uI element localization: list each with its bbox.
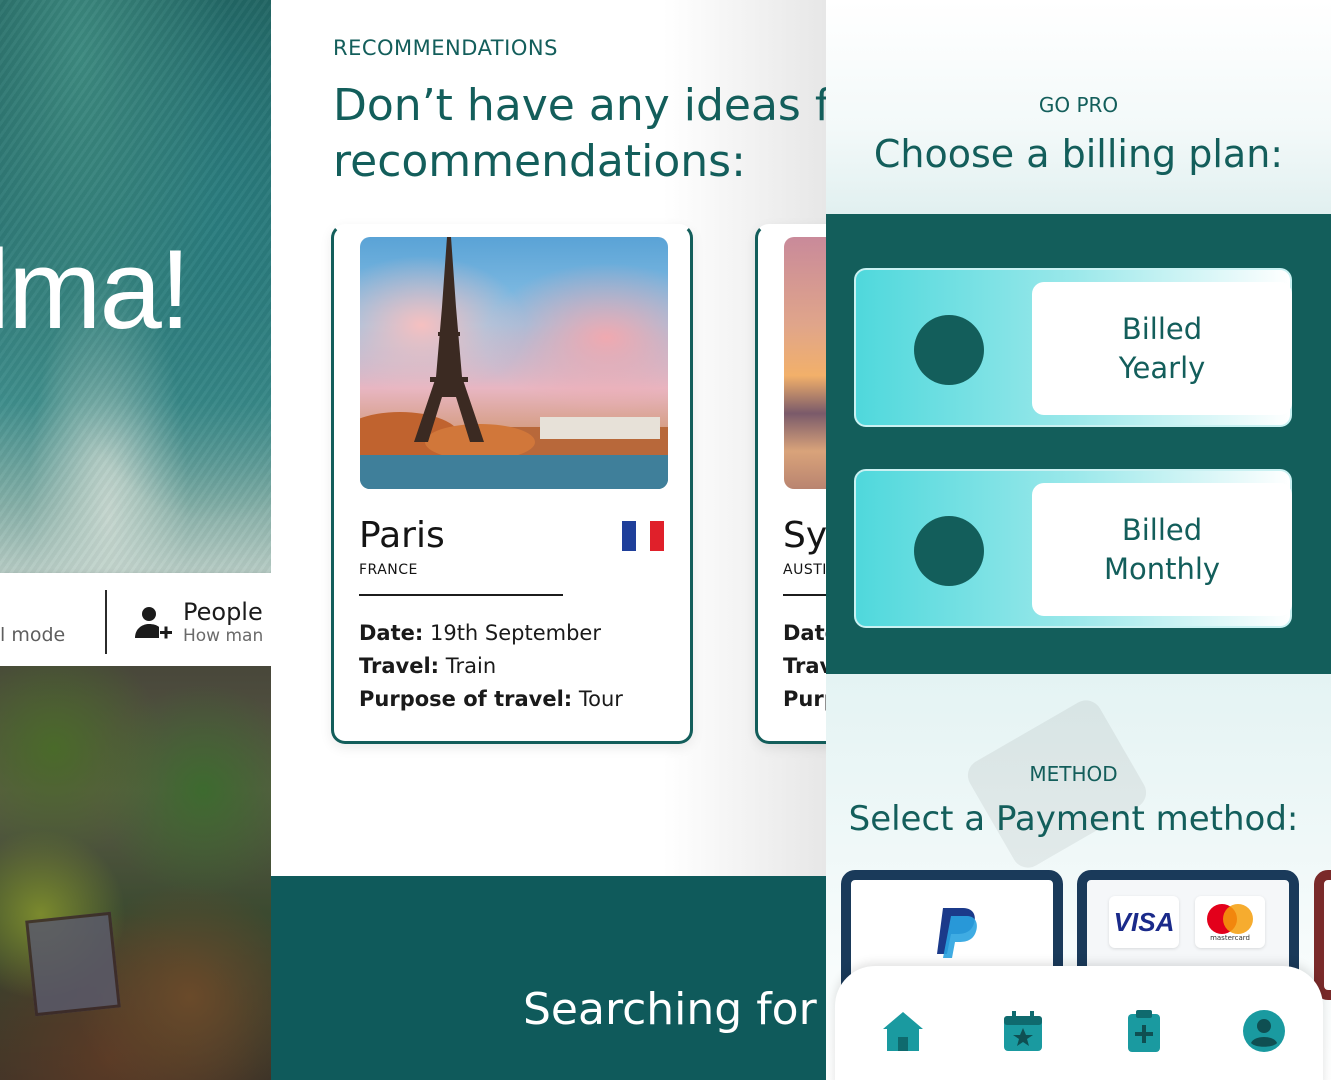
visa-logo-icon: VISA xyxy=(1109,896,1179,948)
plan-monthly-label-line2: Monthly xyxy=(1103,551,1221,586)
date-row: Date: 19th September xyxy=(359,617,623,650)
hero-bar-divider xyxy=(105,590,107,654)
people-label[interactable]: People xyxy=(183,598,263,626)
destination-country: FRANCE xyxy=(359,562,418,578)
sydney-photo xyxy=(784,237,831,489)
plan-monthly-radio[interactable] xyxy=(914,516,984,586)
destination-divider xyxy=(359,594,563,596)
plan-yearly-label-box: Billed Yearly xyxy=(1032,282,1292,415)
profile-icon[interactable] xyxy=(1242,1009,1286,1053)
extra-payment-option[interactable] xyxy=(1314,870,1331,1000)
clipboard-plus-icon[interactable] xyxy=(1122,1009,1166,1053)
plan-monthly-option[interactable]: Billed Monthly xyxy=(854,469,1292,628)
payment-title: Select a Payment method: xyxy=(848,799,1299,839)
payment-kicker: METHOD xyxy=(1029,762,1118,786)
add-person-icon[interactable] xyxy=(133,604,173,644)
destination-name: Sy xyxy=(783,515,828,556)
recommendations-title-line2: recommendations: xyxy=(333,136,746,187)
paypal-logo-icon xyxy=(937,908,977,958)
travel-label: Trav xyxy=(783,654,831,678)
purpose-row: Purpose of travel: Tour xyxy=(359,683,623,716)
home-icon[interactable] xyxy=(881,1009,925,1053)
mastercard-text: mastercard xyxy=(1210,934,1250,942)
destination-details: Date: 19th September Travel: Train Purpo… xyxy=(359,617,623,716)
travel-row: Travel: Train xyxy=(359,650,623,683)
plan-yearly-radio[interactable] xyxy=(914,315,984,385)
purpose-value: Tour xyxy=(572,687,623,711)
plan-monthly-label-line1: Billed xyxy=(1121,512,1203,547)
people-subtitle: How man xyxy=(183,626,264,646)
purpose-label: Purp xyxy=(783,687,831,711)
france-flag-icon xyxy=(622,521,664,551)
billing-kicker: GO PRO xyxy=(1038,93,1119,117)
date-value: 19th September xyxy=(423,621,601,645)
plan-yearly-label-line1: Billed xyxy=(1121,311,1203,346)
recommendations-kicker: RECOMMENDATIONS xyxy=(333,36,558,60)
bottom-navigation xyxy=(835,966,1323,1080)
travel-value: Train xyxy=(439,654,497,678)
recommendations-title-line1: Don’t have any ideas fo xyxy=(333,80,831,131)
destination-details: Date Trav Purp xyxy=(783,617,831,716)
search-footer: Searching for a xyxy=(271,876,831,1080)
billing-panel: GO PRO Choose a billing plan: Billed Yea… xyxy=(826,0,1331,1080)
search-footer-text: Searching for a xyxy=(523,984,831,1035)
destination-card-paris[interactable]: Paris FRANCE Date: 19th September Travel… xyxy=(331,224,693,744)
hero-forest-photo xyxy=(0,666,271,1080)
travel-mode-label[interactable]: l mode xyxy=(0,624,65,646)
purpose-label: Purpose of travel: xyxy=(359,687,573,711)
mastercard-logo-icon: mastercard xyxy=(1195,896,1265,948)
billing-title: Choose a billing plan: xyxy=(873,132,1284,176)
calendar-star-icon[interactable] xyxy=(1001,1009,1045,1053)
date-label: Date xyxy=(783,621,831,645)
destination-card-sydney[interactable]: Sy AUSTI Date Trav Purp xyxy=(755,224,831,744)
plan-monthly-label-box: Billed Monthly xyxy=(1032,483,1292,616)
plan-yearly-label-line2: Yearly xyxy=(1118,350,1206,385)
destination-divider xyxy=(783,594,831,596)
plan-monthly-label: Billed Monthly xyxy=(1062,511,1262,589)
destination-country: AUSTI xyxy=(783,562,827,578)
recommendations-title: Don’t have any ideas fo recommendations: xyxy=(333,78,831,190)
hero-greeting: elma! xyxy=(0,227,191,352)
recommendations-panel: RECOMMENDATIONS Don’t have any ideas fo … xyxy=(271,0,831,1080)
plan-yearly-label: Billed Yearly xyxy=(1062,310,1262,388)
plan-yearly-option[interactable]: Billed Yearly xyxy=(854,268,1292,427)
eiffel-tower-image xyxy=(360,237,668,489)
paris-photo xyxy=(360,237,668,489)
hero-panel: elma! l mode People How man xyxy=(0,0,271,1080)
destination-name: Paris xyxy=(359,515,445,556)
date-label: Date: xyxy=(359,621,424,645)
travel-label: Travel: xyxy=(359,654,440,678)
